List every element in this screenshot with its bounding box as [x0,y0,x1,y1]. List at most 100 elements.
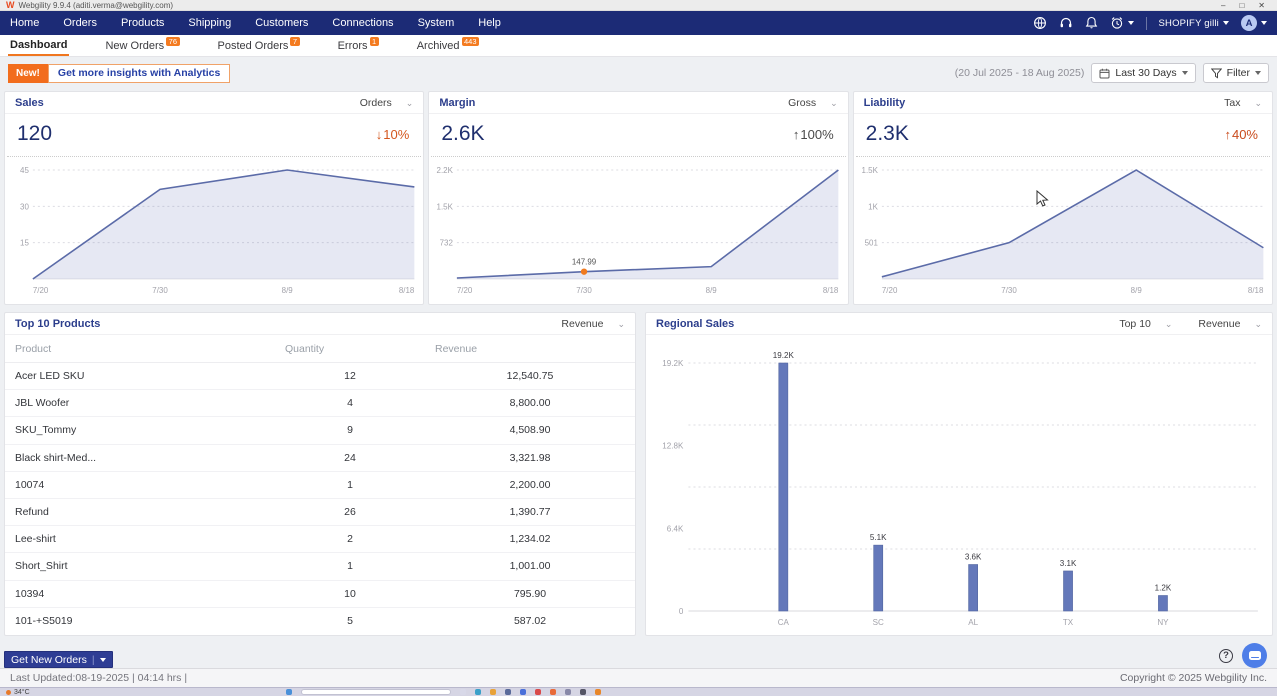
chevron-down-icon [1128,21,1134,25]
table-cell: 1 [275,471,425,498]
tab-errors[interactable]: Errors 1 [336,35,381,56]
top-products-table: Product Quantity Revenue Acer LED SKU121… [5,335,635,634]
liability-metric-dropdown[interactable]: Tax⌄ [1224,97,1262,109]
nav-item-help[interactable]: Help [478,17,501,29]
nav-item-shipping[interactable]: Shipping [188,17,231,29]
calendar-icon [1099,68,1110,79]
chat-icon[interactable] [1242,643,1267,668]
table-cell: 587.02 [425,607,635,634]
taskbar-app-icon[interactable] [550,689,556,695]
analytics-button[interactable]: Get more insights with Analytics [48,64,230,83]
svg-text:8/18: 8/18 [823,286,839,295]
margin-metric-dropdown[interactable]: Gross⌄ [788,97,838,109]
column-header-revenue: Revenue [425,335,635,363]
svg-text:SC: SC [873,618,884,627]
taskbar-app-icon[interactable] [520,689,526,695]
chevron-down-icon: ⌄ [1165,319,1173,330]
svg-text:15: 15 [20,239,29,248]
table-row: 1007412,200.00 [5,471,635,498]
table-cell: 10074 [5,471,275,498]
kpi-row: Sales Orders⌄ 120 ↓10% 4530157/207/308/9… [0,89,1277,305]
svg-text:732: 732 [440,239,454,248]
new-tag: New! [8,64,48,83]
notifications-bell-icon[interactable] [1085,16,1098,30]
errors-count-badge: 1 [370,37,379,46]
get-new-orders-button[interactable]: Get New Orders | [4,651,113,668]
nav-item-connections[interactable]: Connections [332,17,393,29]
arrow-up-icon: ↑ [793,127,800,142]
table-cell: Lee-shirt [5,526,275,553]
svg-text:19.2K: 19.2K [662,359,684,368]
headset-icon[interactable] [1059,16,1073,30]
filter-button[interactable]: Filter [1203,63,1269,83]
period-dropdown[interactable]: Last 30 Days [1091,63,1195,83]
taskbar-app-icon[interactable] [580,689,586,695]
arrow-up-icon: ↑ [1224,127,1231,142]
taskbar-app-icon[interactable] [505,689,511,695]
top-products-card: Top 10 Products Revenue⌄ Product Quantit… [4,312,636,636]
top-products-tbody: Acer LED SKU1212,540.75JBL Woofer48,800.… [5,363,635,635]
tab-archived[interactable]: Archived 443 [415,35,481,56]
table-row: Black shirt-Med...243,321.98 [5,444,635,471]
chevron-down-icon [1261,21,1267,25]
table-cell: 795.90 [425,580,635,607]
table-cell: 12,540.75 [425,363,635,390]
taskbar-app-icon[interactable] [475,689,481,695]
svg-text:3.6K: 3.6K [965,553,982,562]
taskbar-search[interactable] [301,689,451,695]
chevron-down-icon [1255,71,1261,75]
user-menu[interactable]: A [1241,15,1267,31]
scheduler-clock-icon[interactable] [1110,16,1134,30]
start-icon[interactable] [286,689,292,695]
svg-text:6.4K: 6.4K [667,524,684,533]
column-header-product: Product [5,335,275,363]
tab-posted-orders[interactable]: Posted Orders 7 [216,35,302,56]
sales-trend-chart: 4530157/207/308/98/18 [5,157,423,299]
regional-topn-dropdown[interactable]: Top 10⌄ [1119,318,1172,330]
liability-trend-chart: 1.5K1K5017/207/308/98/18 [854,157,1272,299]
svg-text:7/20: 7/20 [882,286,898,295]
margin-value: 2.6K [441,122,484,146]
taskbar-app-icon[interactable] [460,689,466,695]
nav-item-products[interactable]: Products [121,17,164,29]
store-selector[interactable]: SHOPIFY gilli [1159,18,1230,29]
svg-text:8/18: 8/18 [1248,286,1264,295]
table-cell: Refund [5,498,275,525]
close-button[interactable]: ✕ [1258,1,1265,10]
windows-taskbar[interactable]: 34°C [0,687,1277,696]
table-cell: 4,508.90 [425,417,635,444]
taskbar-app-icon[interactable] [565,689,571,695]
nav-item-customers[interactable]: Customers [255,17,308,29]
help-icon[interactable]: ? [1219,649,1233,663]
taskbar-app-icon[interactable] [535,689,541,695]
new-orders-count-badge: 76 [166,37,179,46]
weather-icon [6,690,11,695]
table-cell: 101-+S5019 [5,607,275,634]
top-products-metric-dropdown[interactable]: Revenue⌄ [561,318,625,330]
svg-text:501: 501 [864,239,878,248]
maximize-button[interactable]: □ [1239,1,1244,10]
taskbar-app-icon[interactable] [490,689,496,695]
tab-new-orders[interactable]: New Orders 76 [103,35,181,56]
tab-dashboard[interactable]: Dashboard [8,35,69,56]
regional-metric-dropdown[interactable]: Revenue⌄ [1198,318,1262,330]
margin-card-title: Margin [439,97,475,109]
regional-sales-title: Regional Sales [656,318,734,330]
nav-item-orders[interactable]: Orders [63,17,97,29]
nav-item-system[interactable]: System [418,17,455,29]
main-navbar: Home Orders Products Shipping Customers … [0,11,1277,35]
svg-text:TX: TX [1063,618,1074,627]
svg-text:8/9: 8/9 [706,286,718,295]
sales-metric-dropdown[interactable]: Orders⌄ [360,97,414,109]
footer-row: Get New Orders | ? [0,636,1277,668]
taskbar-weather[interactable]: 34°C [6,689,30,696]
nav-item-home[interactable]: Home [10,17,39,29]
minimize-button[interactable]: – [1221,1,1225,10]
taskbar-app-icon[interactable] [595,689,601,695]
last-updated-label: Last Updated:08-19-2025 | 04:14 hrs | [10,672,187,684]
svg-text:0: 0 [679,607,684,616]
globe-icon[interactable] [1033,16,1047,30]
svg-text:5.1K: 5.1K [870,533,887,542]
chevron-down-icon [1223,21,1229,25]
top-products-title: Top 10 Products [15,318,100,330]
